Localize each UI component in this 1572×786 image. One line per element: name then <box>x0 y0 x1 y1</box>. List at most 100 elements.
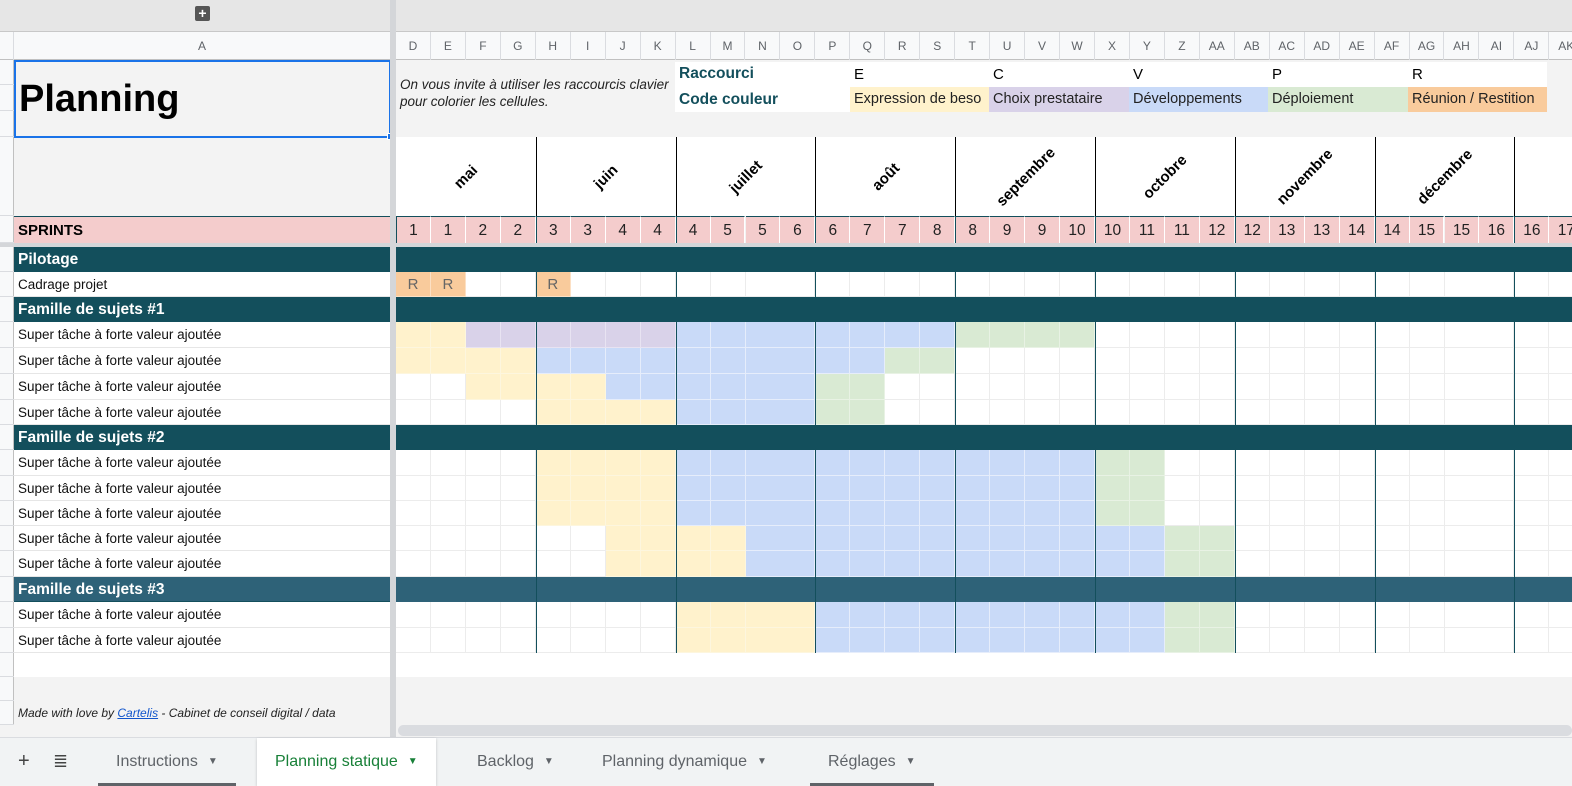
gantt-cell[interactable] <box>1374 602 1410 628</box>
gantt-cell[interactable] <box>465 476 501 501</box>
gantt-cell[interactable] <box>1409 348 1445 374</box>
gantt-cell[interactable] <box>955 551 991 577</box>
gantt-cell[interactable] <box>1339 526 1375 551</box>
gantt-cell[interactable] <box>675 272 711 297</box>
gantt-cell[interactable] <box>1444 450 1480 476</box>
row-header[interactable] <box>0 501 14 526</box>
gantt-cell[interactable] <box>1164 501 1200 526</box>
column-header-E[interactable]: E <box>431 32 466 60</box>
row-header[interactable] <box>0 551 14 577</box>
group-bar[interactable] <box>396 247 1572 272</box>
gantt-cell[interactable] <box>1409 602 1445 628</box>
gantt-cell[interactable] <box>920 551 956 577</box>
gantt-cell[interactable] <box>1514 450 1550 476</box>
gantt-cell[interactable] <box>1339 450 1375 476</box>
gantt-cell[interactable] <box>1339 322 1375 348</box>
gantt-cell[interactable] <box>1304 551 1340 577</box>
column-header-O[interactable]: O <box>780 32 816 60</box>
sprint-cell[interactable]: 11 <box>1164 216 1200 243</box>
gantt-cell[interactable] <box>465 450 501 476</box>
sprint-cell[interactable]: 12 <box>1234 216 1270 243</box>
gantt-cell[interactable] <box>535 602 571 628</box>
gantt-cell[interactable] <box>1095 526 1130 551</box>
gantt-cell[interactable] <box>1444 374 1480 400</box>
gantt-cell[interactable] <box>1549 551 1572 577</box>
gantt-cell[interactable] <box>1199 450 1235 476</box>
column-header-P[interactable]: P <box>815 32 851 60</box>
gantt-cell[interactable] <box>885 526 921 551</box>
sprint-cell[interactable]: 5 <box>710 216 746 243</box>
gantt-cell[interactable] <box>1409 628 1445 653</box>
gantt-cell[interactable] <box>710 551 746 577</box>
gantt-cell[interactable] <box>745 450 781 476</box>
gantt-cell[interactable] <box>535 322 571 348</box>
gantt-cell[interactable] <box>850 272 886 297</box>
gantt-cell[interactable] <box>1095 501 1130 526</box>
gantt-cell[interactable] <box>815 348 851 374</box>
gantt-cell[interactable] <box>1304 526 1340 551</box>
group-header[interactable]: Famille de sujets #3 <box>14 577 391 602</box>
gantt-cell[interactable] <box>1199 400 1235 425</box>
column-header-AD[interactable]: AD <box>1305 32 1340 60</box>
gantt-cell[interactable] <box>1304 602 1340 628</box>
sprint-cell[interactable]: 14 <box>1374 216 1410 243</box>
sheet-tab[interactable]: Planning statique ▼ <box>257 738 436 786</box>
gantt-cell[interactable] <box>990 348 1026 374</box>
gantt-cell[interactable] <box>850 526 886 551</box>
gantt-cell[interactable] <box>710 628 746 653</box>
gantt-cell[interactable] <box>990 272 1026 297</box>
column-header-S[interactable]: S <box>920 32 956 60</box>
gantt-cell[interactable] <box>605 476 641 501</box>
gantt-cell[interactable] <box>396 348 431 374</box>
gantt-cell[interactable] <box>1025 400 1061 425</box>
gantt-cell[interactable] <box>1025 348 1061 374</box>
gantt-cell[interactable] <box>1549 501 1572 526</box>
gantt-cell[interactable]: R <box>396 272 431 297</box>
column-header-AH[interactable]: AH <box>1445 32 1480 60</box>
gantt-cell[interactable] <box>1095 602 1130 628</box>
gantt-cell[interactable] <box>1514 348 1550 374</box>
gantt-cell[interactable] <box>955 628 991 653</box>
gantt-cell[interactable] <box>990 628 1026 653</box>
gantt-cell[interactable] <box>1129 551 1165 577</box>
gantt-cell[interactable] <box>535 501 571 526</box>
gantt-cell[interactable] <box>1444 476 1480 501</box>
gantt-cell[interactable] <box>465 526 501 551</box>
caret-down-icon[interactable]: ▼ <box>544 756 554 767</box>
gantt-cell[interactable] <box>1339 551 1375 577</box>
gantt-cell[interactable] <box>1339 602 1375 628</box>
sprint-cell[interactable]: 16 <box>1514 216 1550 243</box>
gantt-cell[interactable] <box>1234 602 1270 628</box>
sheet-tab[interactable]: Planning dynamique ▼ <box>584 738 785 786</box>
gantt-cell[interactable] <box>710 374 746 400</box>
sprint-cell[interactable]: 15 <box>1444 216 1480 243</box>
gantt-cell[interactable] <box>1164 400 1200 425</box>
gantt-cell[interactable] <box>1164 322 1200 348</box>
gantt-cell[interactable] <box>1129 322 1165 348</box>
gantt-cell[interactable] <box>1549 374 1572 400</box>
gantt-cell[interactable] <box>1269 322 1305 348</box>
gantt-cell[interactable] <box>1025 476 1061 501</box>
gantt-cell[interactable] <box>1025 526 1061 551</box>
gantt-cell[interactable] <box>675 348 711 374</box>
gantt-cell[interactable] <box>710 272 746 297</box>
gantt-cell[interactable] <box>885 551 921 577</box>
gantt-cell[interactable] <box>1269 526 1305 551</box>
gantt-cell[interactable] <box>535 450 571 476</box>
gantt-cell[interactable] <box>920 348 956 374</box>
gantt-cell[interactable] <box>955 374 991 400</box>
gantt-cell[interactable] <box>710 501 746 526</box>
gantt-cell[interactable] <box>745 501 781 526</box>
gantt-cell[interactable] <box>1234 400 1270 425</box>
gantt-cell[interactable] <box>675 322 711 348</box>
gantt-cell[interactable] <box>1409 272 1445 297</box>
column-header-AB[interactable]: AB <box>1235 32 1270 60</box>
sprint-cell[interactable]: 3 <box>570 216 606 243</box>
gantt-cell[interactable] <box>955 400 991 425</box>
gantt-cell[interactable] <box>465 400 501 425</box>
gantt-cell[interactable] <box>570 602 606 628</box>
gantt-cell[interactable] <box>815 322 851 348</box>
gantt-cell[interactable] <box>1199 322 1235 348</box>
gantt-cell[interactable] <box>1374 322 1410 348</box>
gantt-cell[interactable] <box>1479 348 1515 374</box>
